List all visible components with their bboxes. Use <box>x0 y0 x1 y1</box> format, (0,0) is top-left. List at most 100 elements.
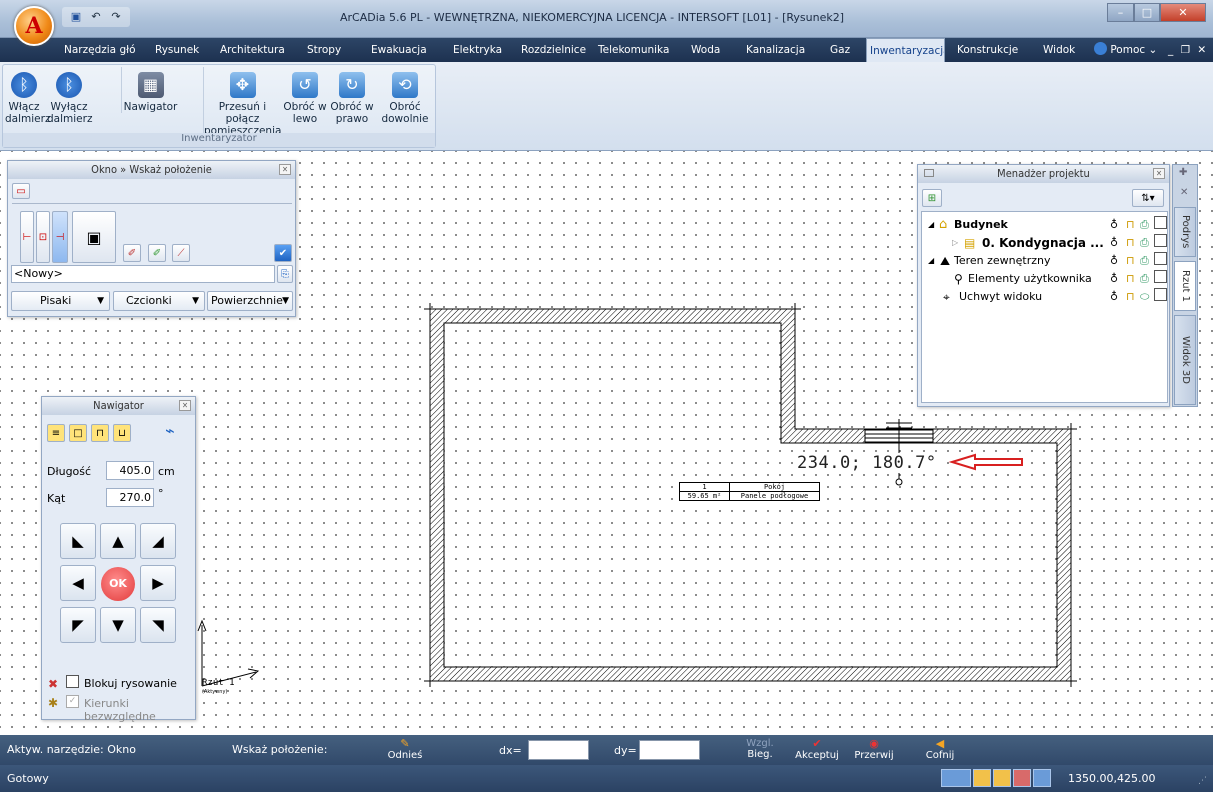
print-icon[interactable]: ⎙ <box>1140 254 1149 268</box>
maximize-button[interactable]: □ <box>1134 3 1160 22</box>
drawing-canvas[interactable]: 234.0; 180.7° 1 Pokój 59.65 m² Panele po… <box>0 150 1213 735</box>
visibility-checkbox[interactable] <box>1154 252 1167 265</box>
minimize-button[interactable]: – <box>1107 3 1134 22</box>
grid-icon[interactable] <box>993 769 1011 787</box>
view-2d-3d-icon[interactable] <box>941 769 971 787</box>
tab-telekomunikacja[interactable]: Telekomunika <box>598 38 669 62</box>
arrow-left-button[interactable]: ◀ <box>60 565 96 601</box>
redo-icon[interactable]: ↷ <box>108 10 124 24</box>
wall-icon[interactable]: ≡ <box>47 424 65 442</box>
tab-rzut-1[interactable]: Rzut 1 <box>1174 261 1196 311</box>
tab-widok[interactable]: Widok <box>1043 38 1075 62</box>
close-icon[interactable]: ✕ <box>179 400 191 411</box>
layers-icon[interactable] <box>1033 769 1051 787</box>
accept-button[interactable]: ✔ Akceptuj <box>792 737 842 761</box>
enable-rangefinder-button[interactable]: ᛒ Włącz dalmierz <box>5 67 50 125</box>
move-join-rooms-button[interactable]: ✥ Przesuń i połącz pomieszczenia <box>203 67 281 137</box>
edit-line-icon[interactable]: ⟋ <box>172 244 190 262</box>
checkmark-icon[interactable]: ✔ <box>274 244 292 262</box>
edit-tool-icon[interactable]: ✐ <box>123 244 141 262</box>
block-drawing-checkbox[interactable] <box>66 675 79 688</box>
pin-icon[interactable]: ✚ <box>1179 167 1187 178</box>
align-center-icon[interactable]: ⊡ <box>36 211 50 263</box>
print-icon[interactable]: ⎙ <box>1140 236 1149 250</box>
angle-input[interactable] <box>106 488 154 507</box>
bulb-icon[interactable]: ♁ <box>1110 290 1118 303</box>
ortho-icon[interactable] <box>1013 769 1031 787</box>
save-style-icon[interactable]: ⎘ <box>277 265 293 283</box>
tab-woda[interactable]: Woda <box>691 38 720 62</box>
bulb-icon[interactable]: ♁ <box>1110 272 1118 285</box>
close-icon[interactable]: ✕ <box>1153 168 1165 179</box>
bulb-icon[interactable]: ♁ <box>1110 254 1118 267</box>
rotate-free-button[interactable]: ⟲ Obróć dowolnie <box>377 67 433 125</box>
tab-rysunek[interactable]: Rysunek <box>155 38 199 62</box>
close-button[interactable]: ✕ <box>1160 3 1206 22</box>
arrow-right-button[interactable]: ▶ <box>140 565 176 601</box>
tree-collapse-icon[interactable]: ◢ <box>928 216 934 234</box>
tree-expand-icon[interactable]: ▷ <box>952 234 958 252</box>
room-label[interactable]: 1 Pokój 59.65 m² Panele podłogowe <box>679 482 820 501</box>
relative-toggle[interactable]: Wzgl. Bieg. <box>740 738 780 760</box>
lock-icon[interactable]: ⊓ <box>1126 290 1135 303</box>
dx-input[interactable] <box>528 740 589 760</box>
add-building-icon[interactable]: ⊞ <box>922 189 942 207</box>
close-icon[interactable]: ✕ <box>1180 187 1188 198</box>
tab-widok-3d[interactable]: Widok 3D <box>1174 315 1196 405</box>
absolute-directions-checkbox[interactable]: ✓ <box>66 695 79 708</box>
rotate-right-button[interactable]: ↻ Obróć w prawo <box>329 67 375 125</box>
edit-node-icon[interactable]: ✐ <box>148 244 166 262</box>
align-left-icon[interactable]: ⊢ <box>20 211 34 263</box>
tree-options-dropdown[interactable]: ⇅▾ <box>1132 189 1164 207</box>
project-manager-title-bar[interactable]: Menadżer projektu ✕ <box>918 165 1169 183</box>
pisaki-dropdown[interactable]: Pisaki ▼ <box>11 291 110 311</box>
czcionki-dropdown[interactable]: Czcionki ▼ <box>113 291 205 311</box>
app-menu-button[interactable]: A <box>14 6 54 46</box>
snap-icon[interactable] <box>973 769 991 787</box>
navigator-title-bar[interactable]: Nawigator ✕ <box>42 397 195 415</box>
undo-button[interactable]: ◀ Cofnij <box>920 737 960 761</box>
powierzchnie-dropdown[interactable]: Powierzchnie ▼ <box>207 291 293 311</box>
align-right-icon[interactable]: ⊣ <box>52 211 68 263</box>
ok-button[interactable]: OK <box>101 567 135 601</box>
visibility-checkbox[interactable] <box>1154 216 1167 229</box>
wall-dimension-icon[interactable]: ▭ <box>12 183 30 199</box>
tab-rozdzielnice[interactable]: Rozdzielnice <box>521 38 586 62</box>
okno-panel-title-bar[interactable]: Okno » Wskaż położenie ✕ <box>8 161 295 179</box>
arrow-up-left-button[interactable]: ◥ <box>140 607 176 643</box>
visibility-checkbox[interactable] <box>1154 288 1167 301</box>
odnies-button[interactable]: ✎ Odnieś <box>380 737 430 761</box>
undo-icon[interactable]: ↶ <box>88 10 104 24</box>
lock-icon[interactable]: ⊓ <box>1126 236 1135 249</box>
arrow-down-button[interactable]: ▼ <box>100 607 136 643</box>
print-icon[interactable]: ⎙ <box>1140 218 1149 232</box>
window-properties-icon[interactable]: ▣ <box>72 211 116 263</box>
tree-collapse-icon[interactable]: ◢ <box>928 252 934 270</box>
resize-grip-icon[interactable]: ⋰ <box>1198 776 1207 786</box>
visibility-checkbox[interactable] <box>1154 270 1167 283</box>
panel-menu-icon[interactable] <box>924 169 934 177</box>
rotate-left-button[interactable]: ↺ Obróć w lewo <box>283 67 327 125</box>
lock-icon[interactable]: ⊓ <box>1126 254 1135 267</box>
navigator-button[interactable]: ▦ Nawigator <box>121 67 179 113</box>
bulb-icon[interactable]: ♁ <box>1110 236 1118 249</box>
tab-ewakuacja[interactable]: Ewakuacja <box>371 38 427 62</box>
abort-button[interactable]: ◉ Przerwij <box>852 737 896 761</box>
arrow-down-right-button[interactable]: ◣ <box>60 523 96 559</box>
tab-podrys[interactable]: Podrys <box>1174 207 1196 257</box>
opening-icon[interactable]: ⊔ <box>113 424 131 442</box>
tab-gaz[interactable]: Gaz <box>830 38 850 62</box>
tab-elektryka[interactable]: Elektryka <box>453 38 502 62</box>
save-icon[interactable]: ▣ <box>68 10 84 24</box>
arrow-down-left-button[interactable]: ◢ <box>140 523 176 559</box>
eraser-icon[interactable]: ⬭ <box>1140 290 1149 304</box>
style-select[interactable]: <Nowy> <box>11 265 275 283</box>
print-icon[interactable]: ⎙ <box>1140 272 1149 286</box>
tab-architektura[interactable]: Architektura <box>220 38 285 62</box>
tab-kanalizacja[interactable]: Kanalizacja <box>746 38 805 62</box>
mdi-window-controls[interactable]: _ ❐ ✕ <box>1168 38 1208 62</box>
tab-narzedzia[interactable]: Narzędzia głó <box>64 38 136 62</box>
disable-rangefinder-button[interactable]: ᛒ Wyłącz dalmierz <box>47 67 92 125</box>
lock-icon[interactable]: ⊓ <box>1126 218 1135 231</box>
bulb-icon[interactable]: ♁ <box>1110 218 1118 231</box>
